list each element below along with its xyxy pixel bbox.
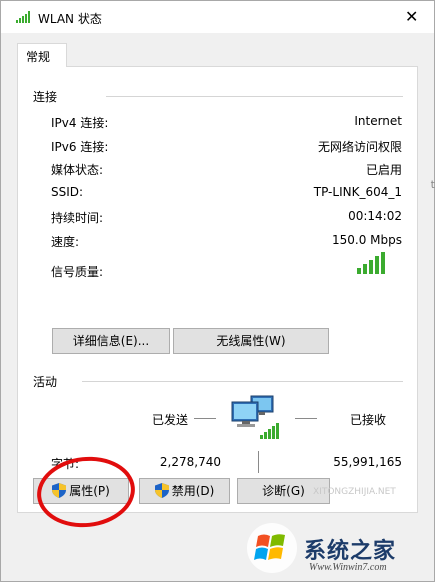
uac-shield-icon bbox=[154, 483, 169, 498]
window-title: WLAN 状态 bbox=[38, 12, 102, 26]
bytes-received-value: 55,991,165 bbox=[333, 455, 402, 469]
properties-button[interactable]: 属性(P) bbox=[33, 478, 129, 504]
ipv4-value: Internet bbox=[354, 114, 402, 128]
media-state-value: 已启用 bbox=[365, 163, 402, 177]
bytes-sent-value: 2,278,740 bbox=[159, 455, 221, 469]
signal-quality-label: 信号质量: bbox=[51, 265, 104, 279]
close-button[interactable]: ✕ bbox=[388, 1, 434, 33]
ipv4-label: IPv4 连接: bbox=[51, 116, 109, 130]
properties-button-label: 属性(P) bbox=[69, 484, 110, 498]
duration-label: 持续时间: bbox=[51, 211, 104, 225]
duration-value: 00:14:02 bbox=[348, 209, 402, 223]
media-state-label: 媒体状态: bbox=[51, 163, 104, 177]
details-button[interactable]: 详细信息(E)... bbox=[52, 328, 170, 354]
disable-button[interactable]: 禁用(D) bbox=[139, 478, 230, 504]
activity-divider bbox=[82, 381, 403, 382]
background-window-fragment: t bbox=[430, 178, 435, 191]
close-icon: ✕ bbox=[405, 7, 419, 26]
bytes-label: 字节: bbox=[51, 457, 80, 471]
general-tab-page: 连接 IPv4 连接: Internet IPv6 连接: 无网络访问权限 媒体… bbox=[17, 66, 418, 513]
speed-label: 速度: bbox=[51, 235, 80, 249]
ipv6-value: 无网络访问权限 bbox=[317, 140, 402, 154]
windows-logo-watermark bbox=[247, 523, 297, 573]
wlan-status-dialog: WLAN 状态 ✕ 常规 连接 IPv4 连接: Internet IPv6 连… bbox=[0, 0, 435, 582]
ssid-label: SSID: bbox=[51, 185, 84, 199]
connection-divider bbox=[106, 96, 403, 97]
received-line bbox=[295, 418, 317, 419]
watermark-url: Www.Winwin7.com bbox=[309, 562, 387, 573]
wifi-signal-icon bbox=[16, 11, 30, 23]
tab-general-label: 常规 bbox=[26, 50, 51, 64]
ssid-value: TP-LINK_604_1 bbox=[313, 185, 402, 199]
tab-general[interactable]: 常规 bbox=[17, 43, 67, 67]
watermark-faint-text: XITONGZHIJIA.NET bbox=[313, 487, 396, 497]
speed-value: 150.0 Mbps bbox=[331, 233, 402, 247]
title-bar[interactable]: WLAN 状态 ✕ bbox=[1, 1, 434, 33]
uac-shield-icon bbox=[52, 483, 67, 498]
disable-button-label: 禁用(D) bbox=[171, 484, 215, 498]
dialog-client-area: 常规 连接 IPv4 连接: Internet IPv6 连接: 无网络访问权限… bbox=[1, 33, 434, 581]
sent-line bbox=[194, 418, 216, 419]
connection-section-label: 连接 bbox=[33, 90, 58, 104]
activity-section-label: 活动 bbox=[33, 375, 58, 389]
received-label: 已接收 bbox=[350, 413, 387, 427]
sent-label: 已发送 bbox=[152, 413, 189, 427]
bytes-separator bbox=[258, 451, 259, 473]
signal-quality-icon bbox=[357, 252, 387, 274]
watermark-brand: 系统之家 bbox=[304, 539, 397, 564]
network-computers-icon bbox=[231, 395, 279, 439]
ipv6-label: IPv6 连接: bbox=[51, 140, 109, 154]
wireless-properties-button[interactable]: 无线属性(W) bbox=[173, 328, 329, 354]
